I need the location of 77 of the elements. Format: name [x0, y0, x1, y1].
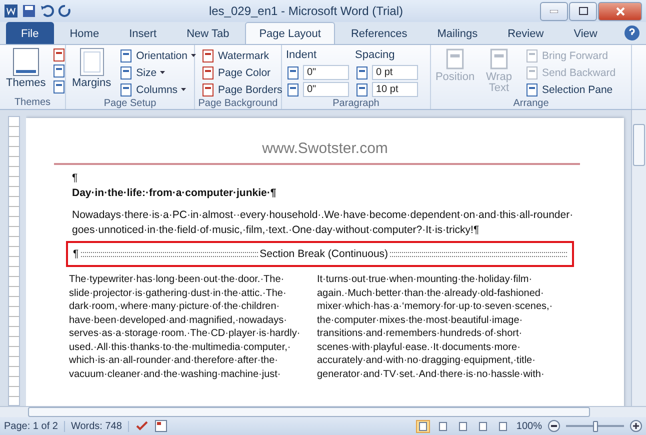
- themes-button[interactable]: Themes: [4, 48, 48, 96]
- maximize-button[interactable]: [569, 2, 597, 20]
- page-view-icon: [419, 422, 428, 430]
- ribbon-tab[interactable]: Home: [56, 22, 114, 44]
- help-icon[interactable]: [624, 25, 640, 41]
- document-title: Day·in·the·life:·from·a·computer·junkie·¶: [72, 186, 278, 200]
- page-setup-button[interactable]: Orientation: [117, 48, 198, 63]
- undo-icon[interactable]: [40, 4, 54, 18]
- indent-label: Indent: [286, 48, 318, 63]
- ribbon-tab[interactable]: Page Layout: [245, 22, 335, 44]
- section-break-label: Section Break (Continuous): [260, 248, 388, 260]
- page-background-button[interactable]: Page Color: [199, 65, 284, 80]
- page-view-icon: [439, 422, 448, 430]
- zoom-out-button[interactable]: [548, 420, 560, 432]
- arrange-button[interactable]: Selection Pane: [523, 82, 618, 97]
- view-button[interactable]: [416, 420, 430, 432]
- page-header: www.Swotster.com: [261, 140, 389, 157]
- page-icon: [119, 48, 134, 62]
- ribbon-tab[interactable]: References: [336, 22, 422, 44]
- page-background-button[interactable]: Page Borders: [199, 82, 284, 97]
- page-view-icon: [499, 422, 508, 430]
- page-setup-button[interactable]: Size: [117, 65, 198, 80]
- caret-icon: [180, 88, 186, 91]
- ribbon-tab[interactable]: View: [560, 22, 612, 44]
- horizontal-scrollbar[interactable]: [0, 406, 646, 417]
- indent-field[interactable]: 0": [303, 65, 349, 80]
- caret-icon: [190, 54, 196, 57]
- save-icon[interactable]: [22, 4, 36, 18]
- page-count[interactable]: Page: 1 of 2: [4, 420, 65, 432]
- zoom-level[interactable]: 100%: [516, 420, 542, 432]
- plus-icon: [633, 423, 639, 429]
- indent-field[interactable]: 0": [303, 82, 349, 97]
- margins-button[interactable]: Margins: [70, 48, 114, 97]
- group-label: Themes: [13, 96, 52, 109]
- page-background-button[interactable]: Watermark: [199, 48, 284, 63]
- group-label: Page Setup: [102, 97, 158, 110]
- group-label: Page Background: [197, 97, 279, 110]
- word-logo-icon[interactable]: [4, 4, 18, 18]
- spacing-field[interactable]: 0 pt: [372, 65, 418, 80]
- minus-icon: [551, 425, 557, 427]
- word-count[interactable]: Words: 748: [70, 420, 129, 432]
- close-button[interactable]: [598, 2, 642, 20]
- paragraph-mark: ¶: [72, 171, 78, 186]
- page-icon: [201, 82, 215, 96]
- zoom-in-button[interactable]: [630, 420, 642, 432]
- body-paragraph: Nowadays·there·is·a·PC·in·almost··every·household·.We·have·become·dependent·on·and·this·all-rounder· goes·unnoticed·in·the·field·of·music,·film,·text.·One·day·without·computer?·It·is·tricky!¶: [72, 208, 574, 237]
- ribbon-tab[interactable]: Review: [494, 22, 558, 44]
- page-icon: [201, 48, 215, 62]
- ribbon-tab[interactable]: Insert: [115, 22, 171, 44]
- ribbon-tab[interactable]: Mailings: [423, 22, 492, 44]
- paragraph-mark: ¶: [73, 248, 79, 260]
- page-view-icon: [479, 422, 488, 430]
- column-text: The·typewriter·has·long·been·out·the·door.·The· slide·projector·is·gathering·dust·in·the·attic.·The· dark·room,·where·many·picture·of·the·children· have·been·developed·and·magnified,·nowadays· serves·as·a·storage·room.·The·CD·player·is·hardly· used.·All·this·thanks·to·the·multimedia·computer,· which·is·an·all-rounder·and·therefore·after·the· vacuum·cleaner·and·the·washing·machine·just·: [69, 273, 300, 381]
- window-title: les_029_en1 - Microsoft Word (Trial): [208, 4, 404, 18]
- page-setup-button[interactable]: Columns: [117, 82, 198, 97]
- macro-icon[interactable]: [154, 420, 167, 432]
- page-icon: [201, 66, 215, 80]
- ribbon-tab[interactable]: New Tab: [172, 22, 244, 44]
- group-label: Paragraph: [332, 97, 380, 110]
- spacing-label: Spacing: [355, 48, 396, 63]
- spacing-field[interactable]: 10 pt: [372, 82, 418, 97]
- minimize-icon: [550, 10, 558, 12]
- vertical-scrollbar[interactable]: [631, 110, 646, 406]
- proofing-icon[interactable]: [134, 420, 149, 432]
- close-icon: [616, 6, 624, 16]
- file-tab[interactable]: File: [6, 22, 54, 44]
- themes-icon: [12, 48, 39, 76]
- page-icon: [119, 82, 134, 96]
- page-view-icon: [459, 422, 468, 430]
- caret-icon: [160, 71, 165, 74]
- page-icon: [119, 66, 134, 80]
- page-icon: [80, 48, 104, 76]
- column-text: It·turns·out·true·when·mounting·the·holiday·film· again.·Much·better·than·the·already·old-fashioned· mixer·which·has·a·‘memory·for·up·to·seven·scenes,· the·computer·mixes·the·most·beautiful·image· transitions·and·remembers·hundreds·of·short· scenes·with·playful·ease.·It·documents·more· accurately·and·with·no·dragging·equipment,·title· generator·and·TV·set.·And·there·is·no·hassle·with·: [317, 273, 553, 381]
- maximize-icon: [578, 7, 588, 15]
- redo-icon[interactable]: [58, 4, 72, 18]
- group-label: Arrange: [512, 97, 550, 110]
- zoom-slider-thumb[interactable]: [593, 420, 598, 432]
